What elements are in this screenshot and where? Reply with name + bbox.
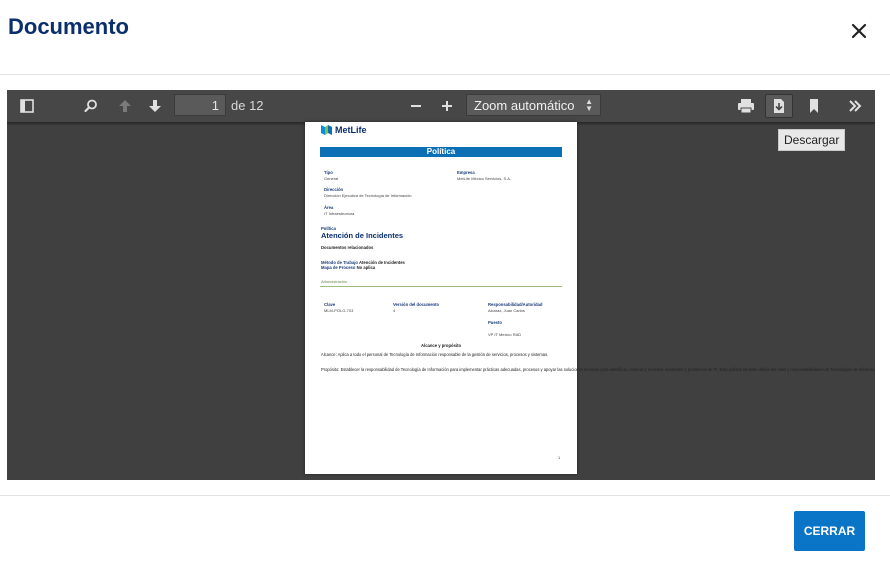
puesto-value: VP IT Mexico RAD (488, 332, 522, 337)
zoom-select-value: Zoom automático (474, 98, 575, 113)
direccion-label: Dirección (324, 187, 344, 192)
admin-label: Administración (321, 279, 348, 284)
tools-chevron-icon[interactable] (841, 94, 869, 118)
header-divider (0, 74, 890, 75)
version-value: 4 (393, 308, 396, 313)
version-label: Versión del documento (393, 302, 440, 307)
bookmark-icon[interactable] (800, 94, 828, 118)
pdf-page-number: 1 (558, 455, 561, 460)
tipo-label: Tipo (324, 170, 333, 175)
politica-title: Atención de Incidentes (321, 231, 404, 240)
area-value: IT Infraestructura (324, 211, 355, 216)
mapa-value: No aplica (356, 265, 376, 270)
puesto-label: Puesto (488, 320, 502, 325)
metlife-logo-icon (321, 125, 332, 135)
alcance-heading: Alcance y propósito (421, 343, 462, 348)
clave-label: Clave (324, 302, 336, 307)
responsabilidad-value: Alcaraz, Juan Carlos (488, 308, 525, 313)
mapa-label: Mapa de Proceso (321, 265, 356, 270)
search-icon[interactable] (77, 94, 105, 118)
page-number-input[interactable]: 1 (174, 94, 226, 116)
tipo-value: General (324, 176, 339, 181)
zoom-select[interactable]: Zoom automático ▲ ▼ (466, 94, 601, 116)
empresa-value: MetLife México Servicios, S.A. (457, 176, 512, 181)
zoom-in-icon[interactable] (433, 94, 461, 118)
clave-value: MLM-POLG-703 (324, 308, 354, 313)
next-page-icon[interactable] (141, 94, 169, 118)
pdf-page: MetLife Política Tipo General Empresa Me… (305, 122, 875, 474)
alcance-text: Alcance: Aplica a todo el personal de Te… (321, 352, 549, 357)
download-icon[interactable] (765, 94, 793, 118)
close-icon[interactable] (846, 18, 872, 44)
proposito-text: Propósito: Establecer la responsabilidad… (321, 367, 875, 372)
empresa-label: Empresa (457, 170, 475, 175)
page-count: de 12 (231, 98, 264, 113)
direccion-value: Dirección Ejecutiva de Tecnología de Inf… (324, 193, 412, 198)
area-label: Área (324, 205, 334, 210)
previous-page-icon[interactable] (111, 94, 139, 118)
download-tooltip: Descargar (778, 129, 846, 151)
zoom-out-icon[interactable] (402, 94, 430, 118)
footer-divider (0, 495, 890, 496)
responsabilidad-label: Responsabilidad/Autoridad (488, 302, 543, 307)
close-button[interactable]: CERRAR (794, 511, 865, 551)
docs-label: Documentos relacionados (321, 245, 374, 250)
print-icon[interactable] (732, 94, 760, 118)
green-divider (320, 286, 562, 287)
chevron-updown-icon: ▲ ▼ (585, 97, 593, 113)
pdf-toolbar: 1 de 12 Zoom automático ▲ ▼ (7, 90, 875, 123)
policy-banner: Política (320, 147, 562, 157)
metlife-logo: MetLife (321, 125, 367, 135)
sidebar-toggle-icon[interactable] (13, 94, 41, 118)
metlife-logo-text: MetLife (335, 125, 367, 135)
pdf-viewer: 1 de 12 Zoom automático ▲ ▼ Descargar Met… (7, 90, 875, 480)
mapa-row: Mapa de Proceso No aplica (321, 265, 375, 270)
modal-title: Documento (8, 14, 129, 39)
